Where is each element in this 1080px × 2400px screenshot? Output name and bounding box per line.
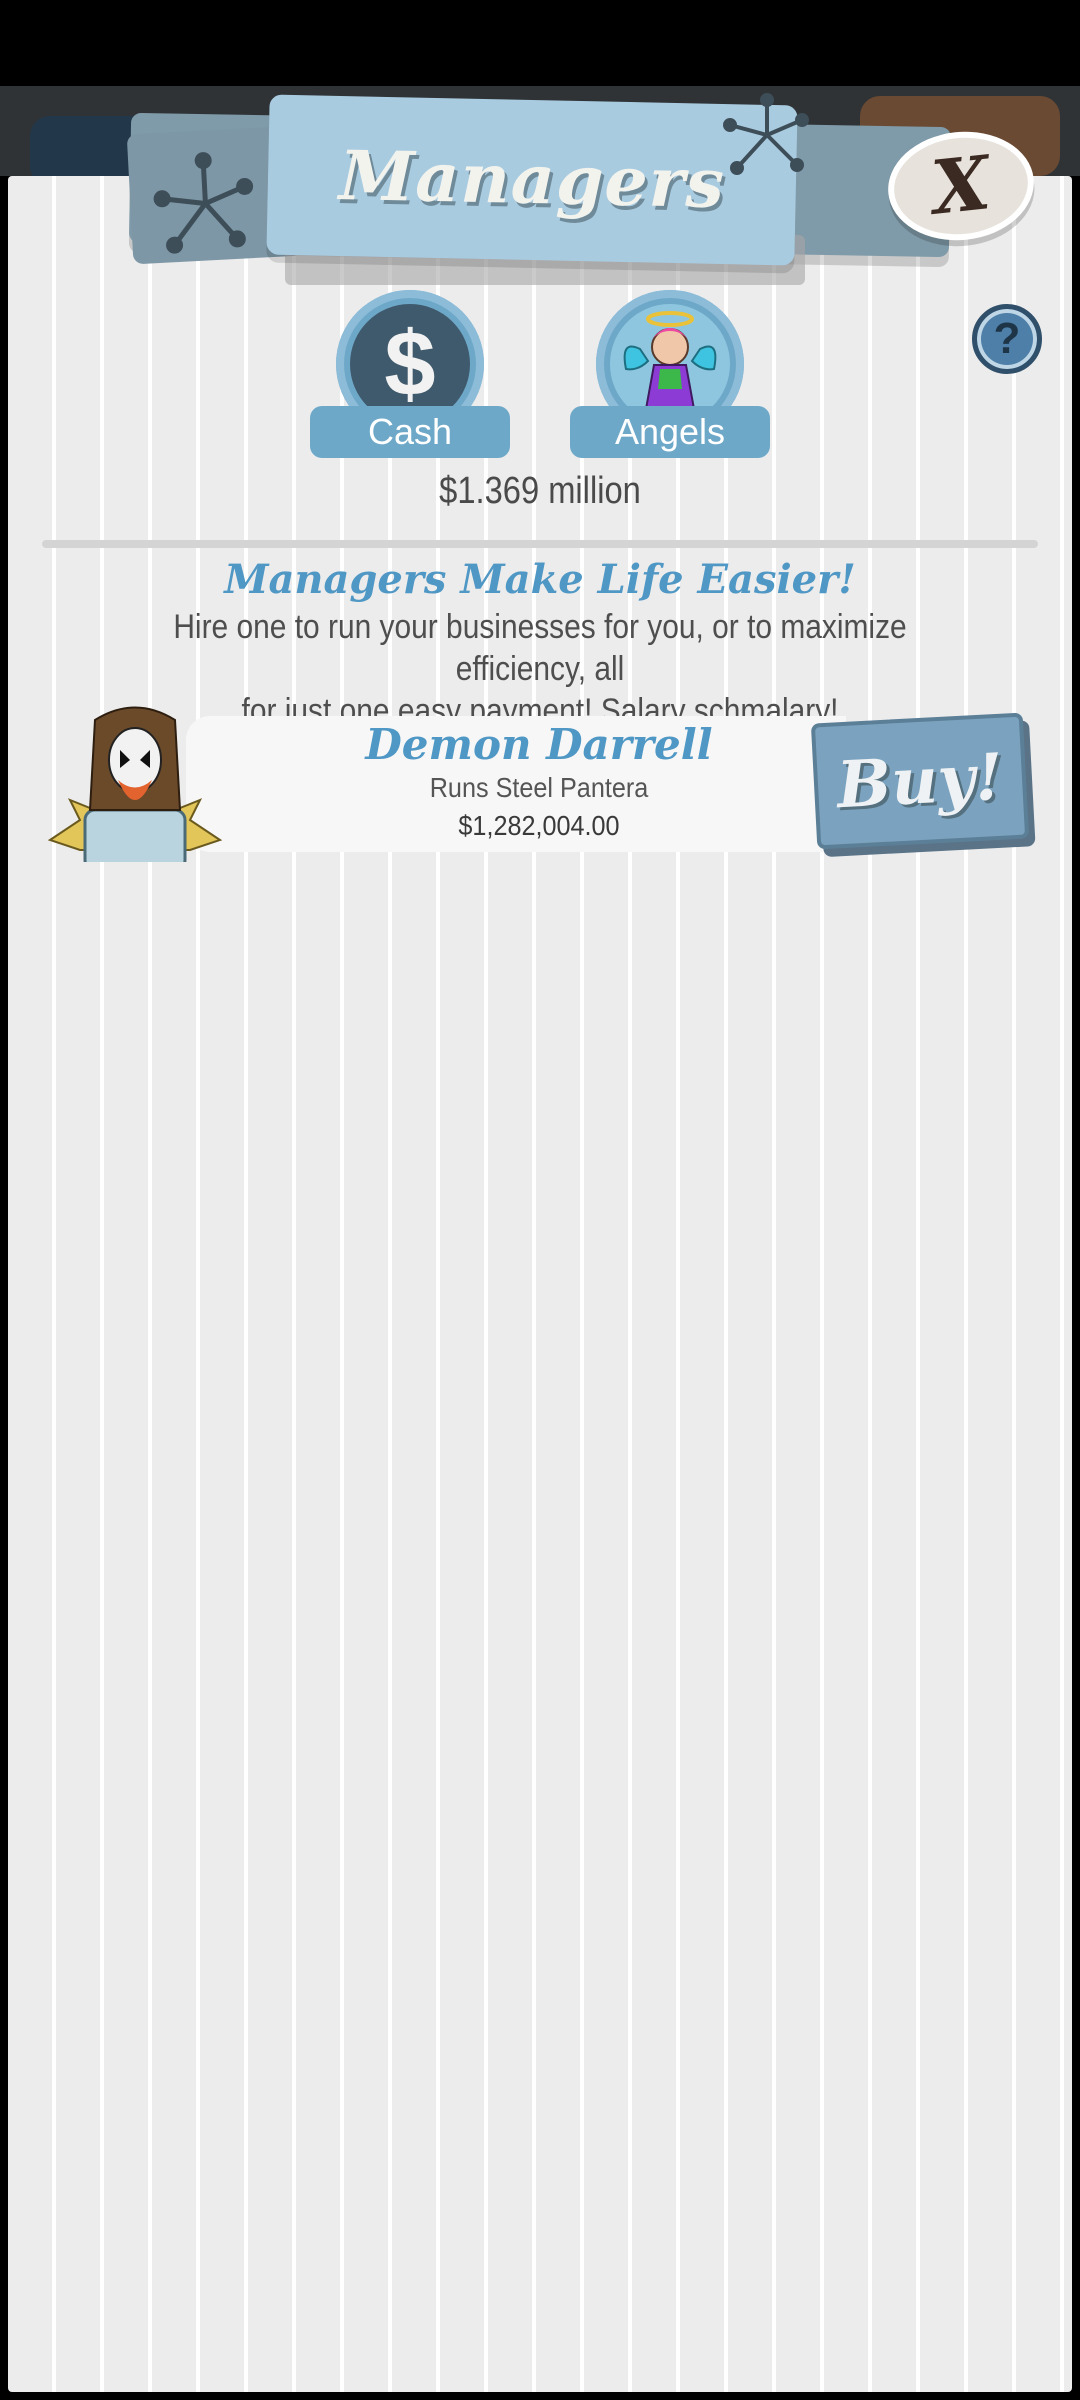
header-banner: Managers [266, 94, 798, 266]
buy-button[interactable]: Buy! [810, 712, 1030, 850]
angel-character-icon [623, 311, 717, 410]
promo-title: Managers Make Life Easier! [224, 556, 856, 603]
dollar-symbol: $ [384, 313, 436, 415]
tab-cash[interactable]: $ Cash [310, 290, 510, 458]
close-icon: X [927, 140, 995, 232]
tab-angels-label: Angels [614, 411, 726, 452]
tab-label-plate: Cash [310, 406, 510, 458]
promo-line-1: Hire one to run your businesses for you,… [173, 608, 907, 688]
help-icon: ? [993, 314, 1021, 363]
help-button[interactable]: ? [972, 304, 1042, 374]
promo-text: Hire one to run your businesses for you,… [144, 606, 936, 732]
buy-button-label: Buy! [835, 739, 1005, 823]
asterisk-decoration-icon [153, 152, 254, 254]
tab-label-plate: Angels [570, 406, 770, 458]
manager-business: Runs Steel Pantera [429, 772, 649, 803]
asterisk-decoration-icon [723, 93, 809, 175]
page-title: Managers [338, 135, 726, 225]
manager-name: Demon Darrell [365, 720, 713, 769]
tab-cash-label: Cash [367, 411, 453, 452]
cash-amount: $1.369 million [439, 470, 641, 512]
manager-cost: $1,282,004.00 [458, 810, 620, 841]
divider [42, 540, 1038, 548]
tab-angels[interactable]: Angels [570, 290, 770, 458]
status-bar [0, 0, 1080, 86]
